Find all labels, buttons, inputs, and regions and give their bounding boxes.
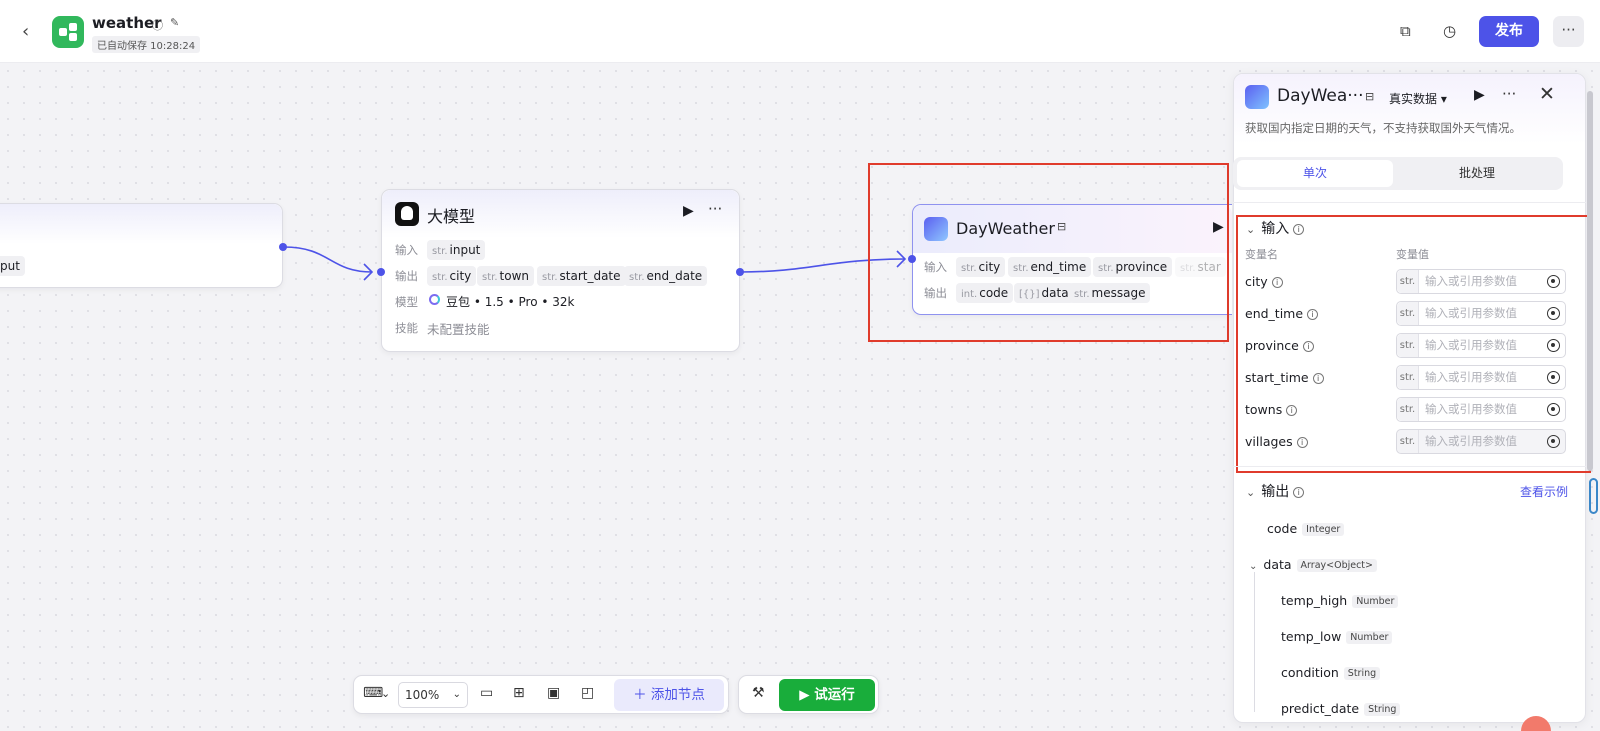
llm-output-tag: str. town xyxy=(477,266,534,286)
close-icon[interactable]: ✕ xyxy=(1539,83,1555,105)
output-field: temp_high Number xyxy=(1281,593,1399,608)
llm-output-label: 输出 xyxy=(395,269,418,283)
divider xyxy=(1233,466,1586,467)
start-output-port[interactable] xyxy=(279,243,287,251)
panel-description: 获取国内指定日期的天气，不支持获取国外天气情况。 xyxy=(1245,121,1521,135)
scroll-handle[interactable] xyxy=(1589,478,1598,514)
test-run-button[interactable]: ▶ 试运行 xyxy=(779,679,875,711)
llm-output-tag: str. end_date xyxy=(624,266,708,286)
llm-model-value: 豆包 • 1.5 • Pro • 32k xyxy=(446,295,575,309)
output-field: temp_low Number xyxy=(1281,629,1393,644)
node-more-icon[interactable]: ··· xyxy=(708,200,722,218)
llm-input-tag: str. input xyxy=(427,240,486,260)
llm-model-label: 模型 xyxy=(395,295,418,309)
llm-input-port[interactable] xyxy=(377,268,385,276)
wrench-icon[interactable]: ⚒ xyxy=(752,685,765,701)
zoom-select[interactable]: 100% ⌄ xyxy=(398,682,468,708)
output-field[interactable]: ⌄ data Array<Object> xyxy=(1249,557,1377,572)
tree-line xyxy=(1254,572,1255,712)
chevron-down-icon[interactable]: ⌄ xyxy=(381,687,390,700)
image-icon[interactable]: ▣ xyxy=(547,685,560,701)
view-example-link[interactable]: 查看示例 xyxy=(1520,483,1568,500)
annotation-box-node xyxy=(868,163,1229,342)
llm-output-tag: str. city xyxy=(427,266,477,286)
annotation-box-inputs xyxy=(1236,215,1591,473)
dayweather-panel-icon xyxy=(1245,85,1269,109)
plugin-store-icon: ⊟ xyxy=(1365,90,1375,103)
run-node-icon[interactable]: ▶ xyxy=(683,203,694,219)
llm-output-port[interactable] xyxy=(736,268,744,276)
llm-input-label: 输入 xyxy=(395,243,418,257)
canvas-toolbar: ⌨ ⌄ 100% ⌄ ▭ ⊞ ▣ ◰ ＋ 添加节点 xyxy=(353,675,729,714)
panel-more-icon[interactable]: ··· xyxy=(1502,85,1516,103)
data-mode-select[interactable]: 真实数据 ▾ xyxy=(1389,90,1447,107)
tab-batch[interactable]: 批处理 xyxy=(1399,160,1555,187)
llm-node[interactable]: 大模型 ▶ ··· 输入 str. input 输出 str. city str. t… xyxy=(381,189,740,352)
start-node[interactable]: put xyxy=(0,203,283,288)
output-field: condition String xyxy=(1281,665,1381,680)
start-output-tag: put xyxy=(0,256,25,276)
minimap-icon[interactable]: ◰ xyxy=(581,685,594,701)
output-field: predict_date String xyxy=(1281,701,1401,716)
llm-output-tag: str. start_date xyxy=(537,266,626,286)
add-node-button[interactable]: ＋ 添加节点 xyxy=(614,679,724,711)
run-toolbar: ⚒ ▶ 试运行 xyxy=(738,675,879,714)
comment-icon[interactable]: ▭ xyxy=(480,685,493,701)
llm-skill-value: 未配置技能 xyxy=(427,322,490,337)
llm-node-icon xyxy=(395,202,419,226)
output-field: code Integer xyxy=(1267,521,1345,536)
run-panel-icon[interactable]: ▶ xyxy=(1474,87,1485,103)
doubao-icon xyxy=(429,294,440,305)
panel-title: DayWea··· xyxy=(1277,86,1364,106)
tab-single[interactable]: 单次 xyxy=(1237,160,1393,187)
llm-skill-label: 技能 xyxy=(395,321,418,335)
layout-icon[interactable]: ⊞ xyxy=(513,685,525,701)
panel-scrollbar[interactable] xyxy=(1587,91,1593,471)
run-mode-tabs: 单次 批处理 xyxy=(1233,157,1563,190)
llm-node-title: 大模型 xyxy=(427,207,476,226)
divider xyxy=(1233,202,1586,203)
output-section-header[interactable]: ⌄ 输出 i xyxy=(1246,481,1305,501)
